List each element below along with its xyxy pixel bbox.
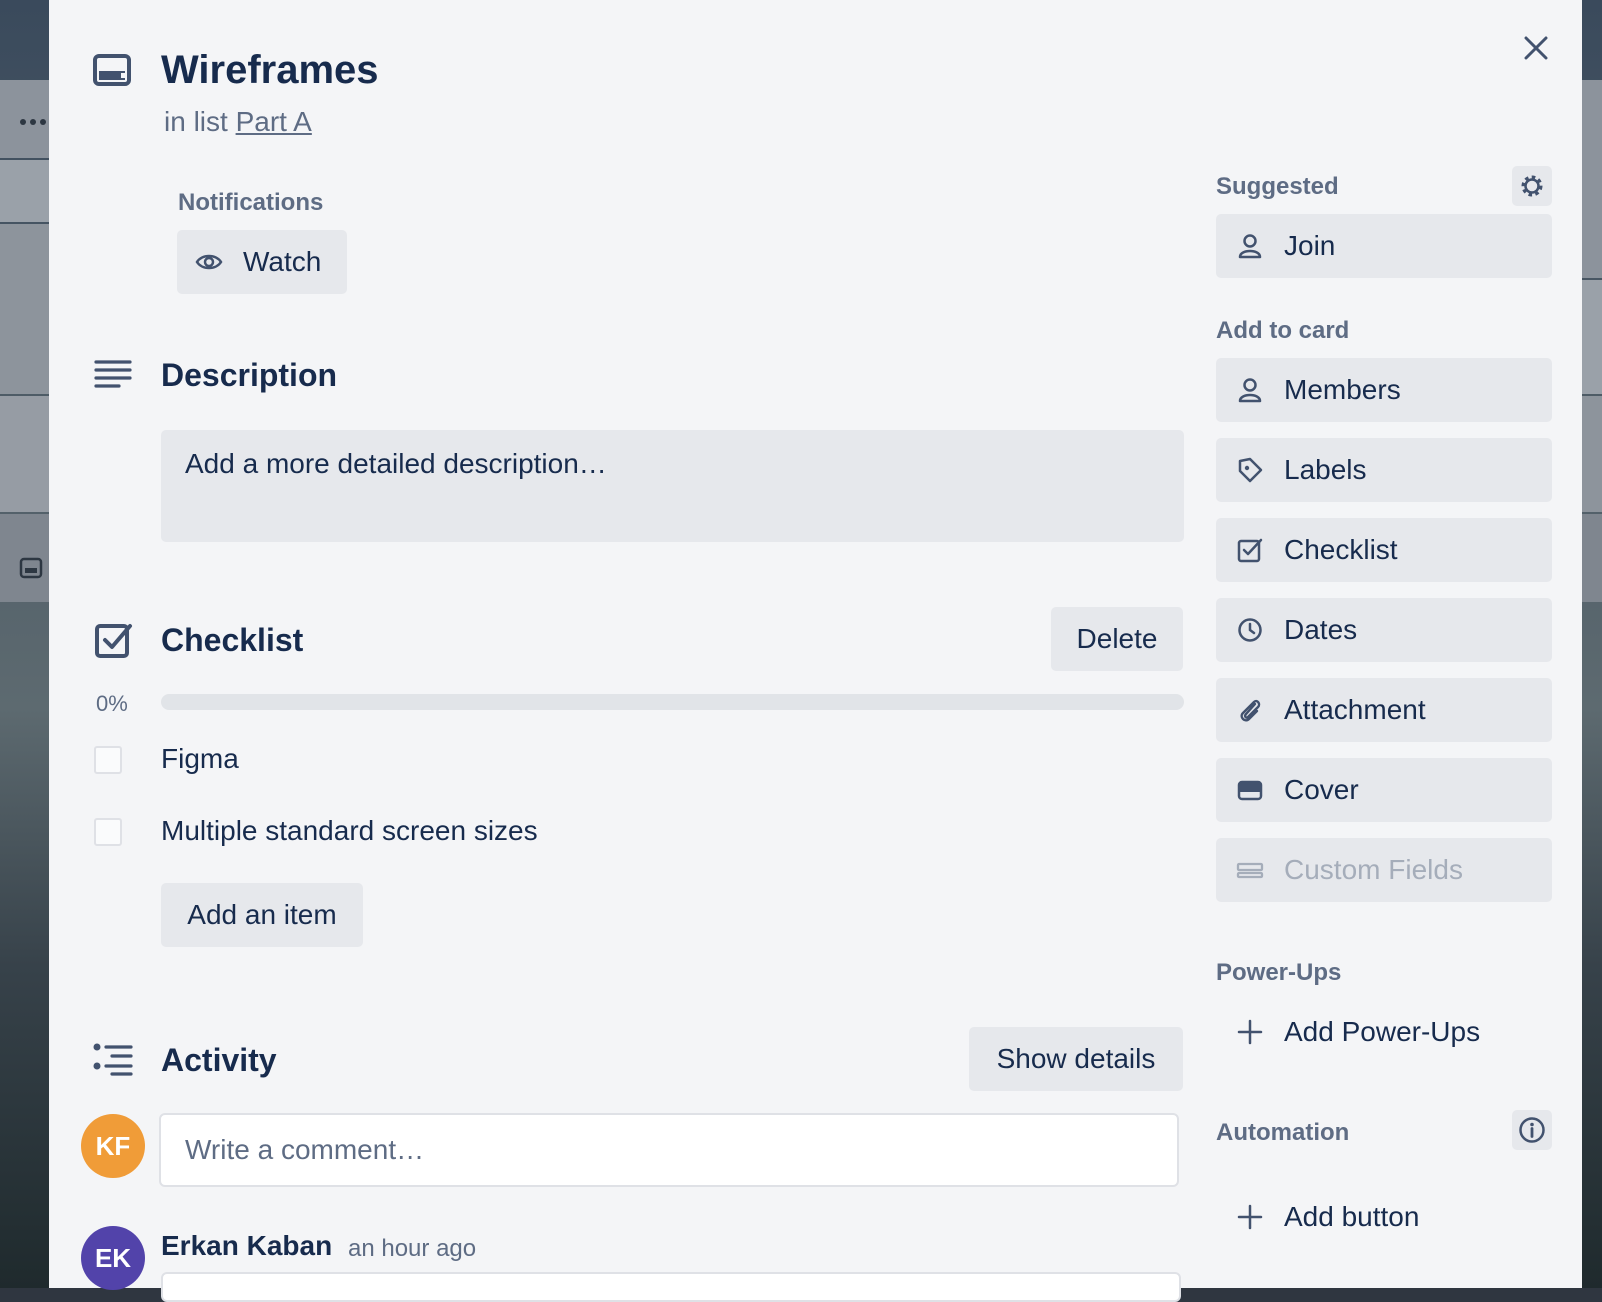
- description-icon: [93, 354, 133, 394]
- add-to-card-label: Add to card: [1216, 317, 1350, 344]
- clock-icon: [1236, 616, 1264, 644]
- cover-icon: [1236, 776, 1264, 804]
- join-label: Join: [1284, 230, 1336, 261]
- checklist-icon: [94, 620, 134, 660]
- checklist-item-text[interactable]: Figma: [161, 742, 239, 776]
- checklist-label: Checklist: [1284, 534, 1398, 565]
- labels-button[interactable]: Labels: [1216, 438, 1552, 502]
- members-label: Members: [1284, 374, 1401, 405]
- suggested-label: Suggested: [1216, 173, 1339, 200]
- delete-checklist-button[interactable]: Delete: [1051, 607, 1183, 671]
- join-button[interactable]: Join: [1216, 214, 1552, 278]
- add-automation-button[interactable]: Add button: [1216, 1185, 1552, 1249]
- info-icon: [1519, 1117, 1545, 1143]
- add-button-label: Add button: [1284, 1201, 1420, 1232]
- card-icon: [93, 52, 131, 90]
- plus-icon: [1236, 1203, 1264, 1231]
- close-button[interactable]: [1512, 24, 1560, 72]
- backdrop-card: [0, 160, 49, 222]
- notifications-label: Notifications: [178, 189, 324, 216]
- power-ups-label: Power-Ups: [1216, 959, 1342, 986]
- checklist-item-checkbox[interactable]: [94, 746, 122, 774]
- description-editor[interactable]: Add a more detailed description…: [161, 430, 1184, 542]
- gear-icon: [1521, 175, 1543, 197]
- custom-fields-icon: [1236, 856, 1264, 884]
- checklist-progress-percent: 0%: [96, 691, 128, 716]
- activity-icon: [93, 1040, 133, 1080]
- checklist-title: Checklist: [161, 622, 304, 658]
- list-link[interactable]: Part A: [236, 106, 312, 137]
- attachment-button[interactable]: Attachment: [1216, 678, 1552, 742]
- automation-label: Automation: [1216, 1119, 1350, 1146]
- paperclip-icon: [1236, 696, 1264, 724]
- backdrop-card: [1582, 80, 1602, 278]
- description-title: Description: [161, 357, 338, 393]
- dates-label: Dates: [1284, 614, 1358, 645]
- cover-button[interactable]: Cover: [1216, 758, 1552, 822]
- ellipsis-icon: [20, 106, 46, 132]
- labels-label: Labels: [1284, 454, 1367, 485]
- cover-label: Cover: [1284, 774, 1359, 805]
- close-icon: [1524, 36, 1548, 60]
- members-button[interactable]: Members: [1216, 358, 1552, 422]
- watch-button[interactable]: Watch: [177, 230, 347, 294]
- avatar[interactable]: EK: [81, 1226, 145, 1290]
- in-list-prefix: in list: [164, 106, 228, 137]
- activity-title: Activity: [161, 1042, 277, 1078]
- backdrop-card: [1582, 280, 1602, 394]
- avatar-initials: EK: [94, 1242, 132, 1273]
- suggested-settings-button[interactable]: [1512, 166, 1552, 206]
- tag-icon: [1236, 456, 1264, 484]
- person-icon: [1236, 376, 1264, 404]
- avatar-initials: KF: [95, 1130, 131, 1161]
- eye-icon: [195, 248, 223, 276]
- list-breadcrumb: in list Part A: [164, 104, 312, 140]
- comment-input[interactable]: [159, 1113, 1179, 1187]
- comment-body: [161, 1272, 1181, 1302]
- backdrop-card: [0, 396, 49, 512]
- card-template-icon: [18, 556, 44, 586]
- avatar[interactable]: KF: [81, 1114, 145, 1178]
- checklist-item-text[interactable]: Multiple standard screen sizes: [161, 814, 538, 848]
- automation-info-button[interactable]: [1512, 1110, 1552, 1150]
- checklist-progress-bar: [161, 694, 1184, 710]
- person-icon: [1236, 232, 1264, 260]
- checklist-item-checkbox[interactable]: [94, 818, 122, 846]
- custom-fields-label: Custom Fields: [1284, 854, 1463, 885]
- card-title[interactable]: Wireframes: [161, 45, 379, 95]
- add-item-button[interactable]: Add an item: [161, 883, 363, 947]
- backdrop-card: [0, 224, 49, 394]
- dates-button[interactable]: Dates: [1216, 598, 1552, 662]
- show-details-button[interactable]: Show details: [969, 1027, 1183, 1091]
- backdrop-card: [1582, 396, 1602, 512]
- comment-author[interactable]: Erkan Kaban: [161, 1230, 332, 1262]
- comment-timestamp[interactable]: an hour ago: [348, 1235, 476, 1263]
- checkbox-icon: [1236, 536, 1264, 564]
- add-power-ups-button[interactable]: Add Power-Ups: [1216, 1000, 1552, 1064]
- checklist-button[interactable]: Checklist: [1216, 518, 1552, 582]
- watch-label: Watch: [243, 246, 322, 277]
- add-power-ups-label: Add Power-Ups: [1284, 1016, 1481, 1047]
- backdrop-card: [1582, 514, 1602, 602]
- custom-fields-button: Custom Fields: [1216, 838, 1552, 902]
- plus-icon: [1236, 1018, 1264, 1046]
- attachment-label: Attachment: [1284, 694, 1426, 725]
